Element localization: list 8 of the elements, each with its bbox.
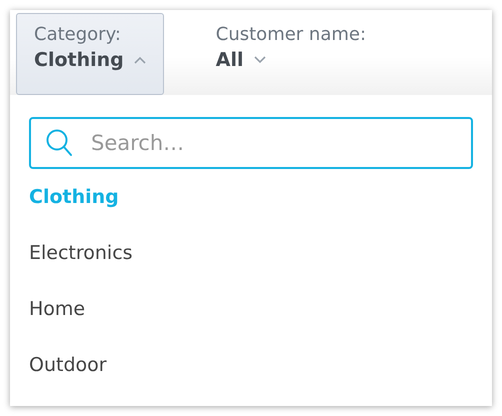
filter-button[interactable]: Customer name: All bbox=[198, 13, 384, 95]
list-item[interactable]: Home bbox=[29, 281, 473, 337]
list-item[interactable]: Outdoor bbox=[29, 337, 473, 393]
filter-button[interactable]: Category: Clothing bbox=[16, 13, 164, 95]
chevron-up-icon bbox=[134, 56, 146, 64]
chevron-down-icon bbox=[254, 56, 266, 64]
search-field[interactable]: Search… bbox=[29, 117, 473, 169]
list-item[interactable]: Electronics bbox=[29, 225, 473, 281]
